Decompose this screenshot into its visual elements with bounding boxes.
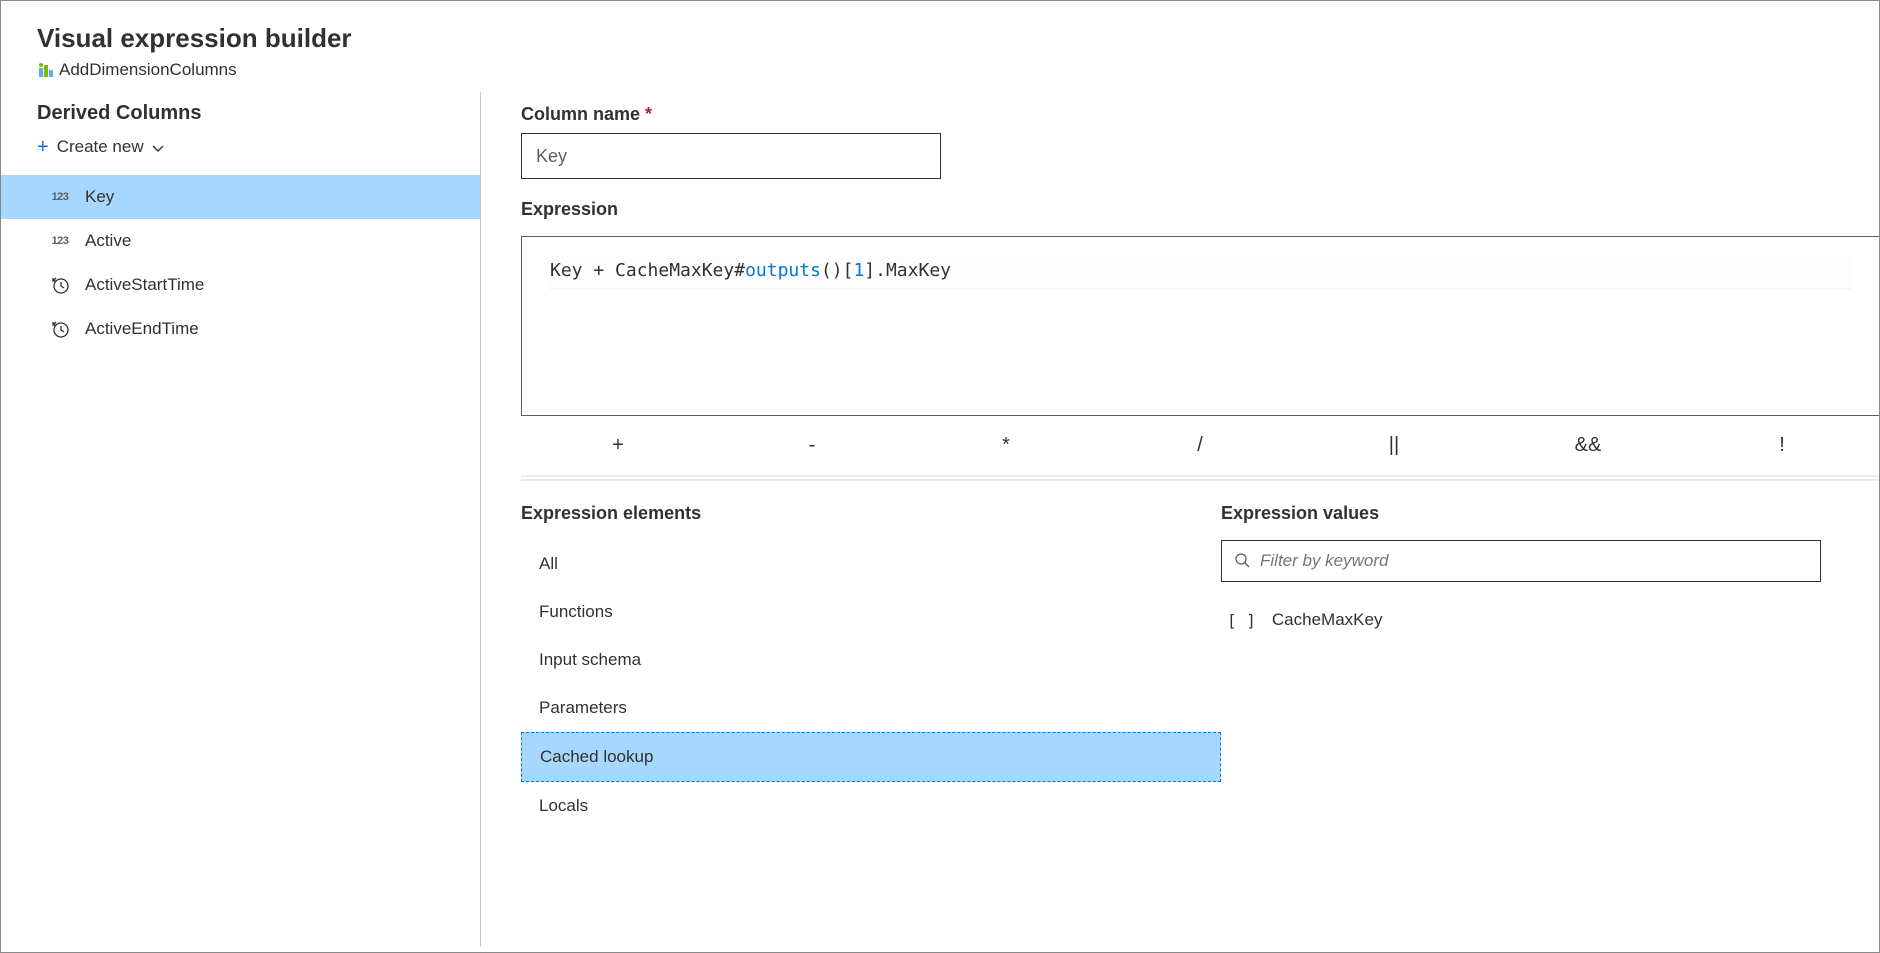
create-new-label: Create new xyxy=(57,137,144,157)
value-label: CacheMaxKey xyxy=(1272,610,1383,630)
expression-values-panel: Expression values [ ] CacheMaxKey xyxy=(1221,503,1879,830)
array-type-icon: [ ] xyxy=(1227,611,1256,630)
main: Column name * Expression Key + CacheMaxK… xyxy=(481,92,1879,947)
op-and[interactable]: && xyxy=(1491,434,1685,457)
filter-input[interactable] xyxy=(1260,551,1808,571)
element-input-schema[interactable]: Input schema xyxy=(521,636,1221,684)
op-divide[interactable]: / xyxy=(1103,434,1297,457)
values-heading: Expression values xyxy=(1221,503,1839,524)
derived-columns-icon xyxy=(37,61,55,79)
column-label: ActiveEndTime xyxy=(85,319,199,339)
sidebar: Derived Columns + Create new 123 Key 123… xyxy=(1,92,481,947)
column-item-key[interactable]: 123 Key xyxy=(1,175,480,219)
create-new-button[interactable]: + Create new xyxy=(1,133,480,175)
operator-bar: + - * / || && ! xyxy=(481,416,1879,475)
number-type-icon: 123 xyxy=(49,191,71,203)
op-plus[interactable]: + xyxy=(521,434,715,457)
header: Visual expression builder AddDimensionCo… xyxy=(1,1,1879,92)
search-icon xyxy=(1234,552,1250,571)
op-or[interactable]: || xyxy=(1297,434,1491,457)
app-root: Visual expression builder AddDimensionCo… xyxy=(0,0,1880,953)
element-functions[interactable]: Functions xyxy=(521,588,1221,636)
datetime-type-icon xyxy=(49,275,71,295)
column-label: Active xyxy=(85,231,131,251)
column-item-activeendtime[interactable]: ActiveEndTime xyxy=(1,307,480,351)
sidebar-heading: Derived Columns xyxy=(1,100,480,133)
datetime-type-icon xyxy=(49,319,71,339)
expression-elements-panel: Expression elements All Functions Input … xyxy=(521,503,1221,830)
breadcrumb: AddDimensionColumns xyxy=(37,60,1843,80)
element-locals[interactable]: Locals xyxy=(521,782,1221,830)
op-multiply[interactable]: * xyxy=(909,434,1103,457)
column-item-activestarttime[interactable]: ActiveStartTime xyxy=(1,263,480,307)
column-name-label: Column name * xyxy=(521,104,1879,125)
column-list: 123 Key 123 Active ActiveStartTime xyxy=(1,175,480,351)
element-all[interactable]: All xyxy=(521,540,1221,588)
required-asterisk: * xyxy=(645,104,652,124)
filter-box[interactable] xyxy=(1221,540,1821,582)
element-parameters[interactable]: Parameters xyxy=(521,684,1221,732)
lower-panels: Expression elements All Functions Input … xyxy=(521,481,1879,830)
page-title: Visual expression builder xyxy=(37,23,1843,54)
breadcrumb-label: AddDimensionColumns xyxy=(59,60,237,80)
number-type-icon: 123 xyxy=(49,235,71,247)
value-item[interactable]: [ ] CacheMaxKey xyxy=(1221,606,1839,634)
plus-icon: + xyxy=(37,137,49,157)
op-minus[interactable]: - xyxy=(715,434,909,457)
column-name-input[interactable] xyxy=(521,133,941,179)
expression-editor[interactable]: Key + CacheMaxKey#outputs()[1].MaxKey xyxy=(521,236,1879,416)
chevron-down-icon xyxy=(152,140,166,154)
column-label: ActiveStartTime xyxy=(85,275,204,295)
expression-label: Expression xyxy=(521,199,1879,220)
elements-list: All Functions Input schema Parameters Ca… xyxy=(521,540,1221,830)
expression-field: Expression xyxy=(481,199,1879,236)
element-cached-lookup[interactable]: Cached lookup xyxy=(521,732,1221,782)
column-label: Key xyxy=(85,187,114,207)
elements-heading: Expression elements xyxy=(521,503,1221,524)
column-name-field: Column name * xyxy=(481,104,1879,199)
op-not[interactable]: ! xyxy=(1685,434,1879,457)
column-item-active[interactable]: 123 Active xyxy=(1,219,480,263)
